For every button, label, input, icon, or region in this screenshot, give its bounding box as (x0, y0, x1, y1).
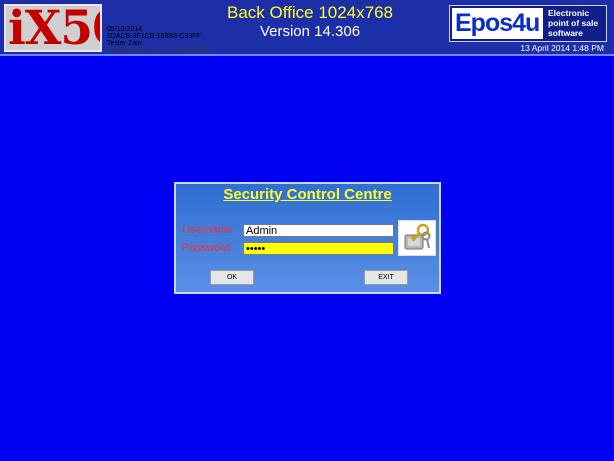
tagline-line-2: point of sale (548, 18, 599, 28)
password-label: Password (182, 242, 231, 254)
epos4u-tagline: Electronic point of sale software (548, 8, 606, 38)
tagline-line-1: Electronic (548, 8, 590, 18)
exit-button[interactable]: EXIT (364, 270, 408, 285)
date-time: 13 April 2014 1:48 PM (520, 43, 604, 53)
registration-name: Tester Zain (107, 40, 142, 47)
keys-icon (398, 220, 436, 256)
header-bar: iX50 05/10/2014 5DACB-3F1CB-158B3-C33FF … (0, 0, 614, 56)
keys-icon-graphic (404, 223, 431, 250)
registration-extra: EPOS4U-PC-IX50-TRIAL-DEMO (107, 47, 210, 54)
app-title: Back Office 1024x768 (226, 3, 393, 22)
security-dialog: Security Control Centre Username Passwor… (174, 182, 441, 294)
epos4u-logo-box: Epos4u (452, 8, 543, 39)
epos4u-logo-text: Epos4u (455, 9, 540, 37)
username-input[interactable] (243, 224, 394, 237)
ix50-logo: iX50 (4, 4, 102, 52)
epos4u-logo: Epos4u Electronic point of sale software (449, 5, 607, 42)
username-label: Username (182, 224, 233, 236)
tagline-line-3: software (548, 28, 583, 38)
dialog-title: Security Control Centre (223, 186, 392, 203)
ok-button[interactable]: OK (210, 270, 254, 285)
password-input[interactable] (243, 242, 394, 255)
ix50-logo-text: iX50 (8, 4, 100, 52)
app-version: Version 14.306 (259, 23, 361, 40)
